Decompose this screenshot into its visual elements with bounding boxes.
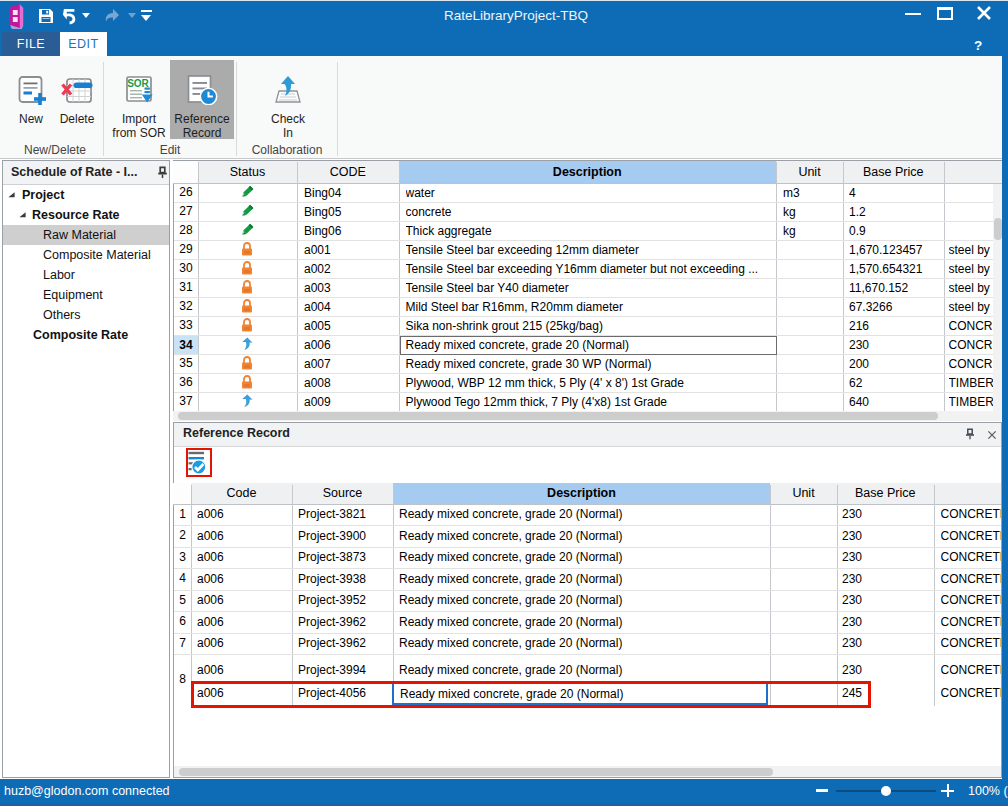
svg-text:SOR: SOR [127, 78, 149, 89]
